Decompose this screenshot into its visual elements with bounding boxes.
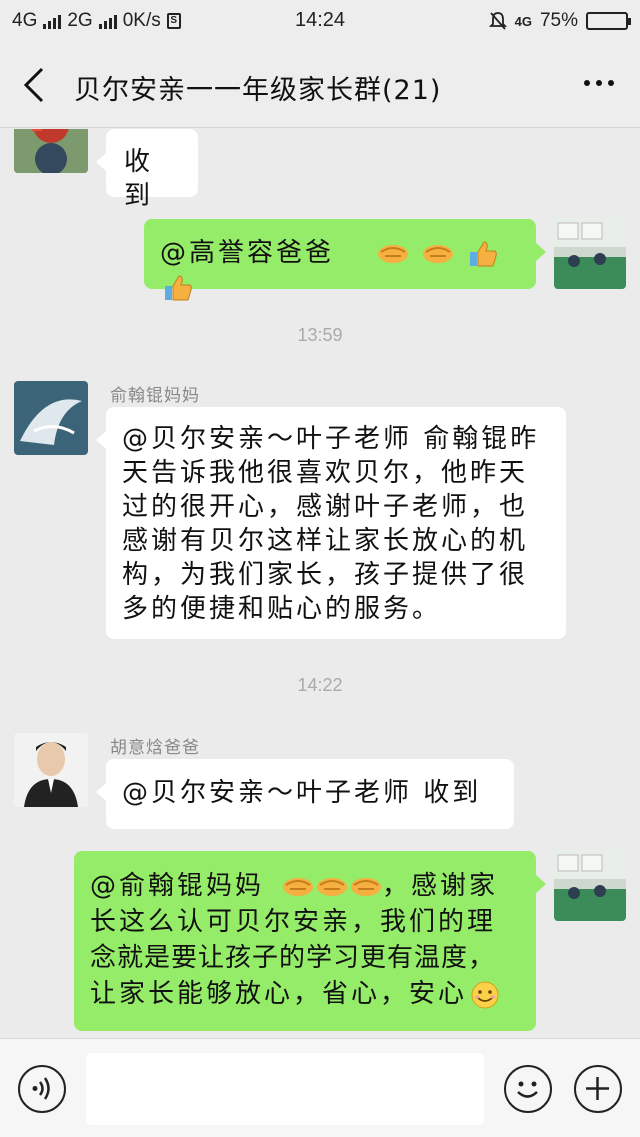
more-icon[interactable] [584, 80, 614, 86]
status-right: 4G 75% [488, 10, 631, 32]
message-line: 过的很开心，感谢叶子老师，也 [122, 492, 529, 522]
message-line: 让家长能够放心，省心，安心 [90, 976, 520, 1012]
voice-icon[interactable] [18, 1065, 66, 1113]
avatar-self[interactable] [554, 849, 626, 921]
battery-icon [586, 12, 631, 30]
message-text: ，感谢家 [382, 871, 499, 901]
thumbs-up-icon [165, 274, 192, 300]
message-bubble[interactable]: @贝尔安亲～叶子老师 收到 [96, 759, 514, 829]
handshake-icon [351, 877, 382, 896]
avatar-self[interactable] [554, 217, 626, 289]
message-line: 念就是要让孩子的学习更有温度， [90, 943, 496, 973]
message-line: 构，为我们家长，孩子提供了很 [122, 560, 529, 590]
handshake-icon [422, 244, 453, 263]
input-bar [0, 1038, 640, 1137]
message-line: 感谢有贝尔这样让家长放心的机 [122, 526, 529, 556]
message-line: @贝尔安亲～叶子老师 俞翰锟昨 [122, 424, 540, 454]
message-text: @贝尔安亲～叶子老师 收到 [122, 778, 482, 808]
battery-percent: 75% [539, 10, 578, 31]
message-timestamp: 14:22 [297, 675, 343, 695]
message-input[interactable] [86, 1053, 484, 1125]
plus-icon[interactable] [574, 1065, 622, 1113]
emoji-icon[interactable] [504, 1065, 552, 1113]
message-line: @俞翰锟妈妈 ，感谢家 [90, 868, 520, 904]
chat-title: 贝尔安亲一一年级家长群(21) [74, 75, 442, 106]
message-line: 多的便捷和贴心的服务。 [122, 594, 442, 624]
message-bubble[interactable]: @贝尔安亲～叶子老师 俞翰锟昨 天告诉我他很喜欢贝尔，他昨天 过的很开心，感谢叶… [96, 407, 566, 639]
mute-icon [488, 12, 507, 30]
status-bar: 4G 2G 0K/s S 14:24 4G 75% [0, 0, 640, 42]
smile-icon [471, 981, 499, 1008]
message-mention: @俞翰锟妈妈 [90, 871, 265, 901]
message-line: 长这么认可贝尔安亲，我们的理 [90, 907, 497, 937]
avatar[interactable] [14, 381, 88, 455]
lte-label: 4G [514, 13, 532, 29]
message-text: 让家长能够放心，省心，安心 [90, 979, 468, 1009]
message-bubble[interactable]: @高誉容爸爸 [144, 219, 546, 300]
avatar[interactable] [14, 129, 88, 173]
message-list[interactable]: 收到 @高誉容爸爸 13:59 俞翰锟妈妈 @贝尔安亲～叶子老师 俞翰锟昨 天告… [0, 129, 640, 1038]
message-timestamp: 13:59 [297, 325, 343, 345]
message-text: 收到 [124, 147, 154, 211]
handshake-icon [377, 244, 408, 263]
handshake-icon [283, 877, 314, 896]
message-bubble[interactable]: @俞翰锟妈妈 ，感谢家 长这么认可贝尔安亲，我们的理 念就是要让孩子的学习更有温度… [74, 851, 546, 1031]
message-line: 天告诉我他很喜欢贝尔，他昨天 [122, 458, 529, 488]
back-arrow-icon[interactable] [20, 66, 50, 104]
avatar[interactable] [14, 733, 88, 807]
message-text: @高誉容爸爸 [160, 238, 335, 268]
chat-header: 贝尔安亲一一年级家长群(21) [0, 42, 640, 128]
message-bubble[interactable]: 收到 [96, 129, 198, 211]
thumbs-up-icon [470, 240, 497, 266]
handshake-icon [317, 877, 348, 896]
sender-name: 俞翰锟妈妈 [110, 386, 200, 406]
sender-name: 胡意焓爸爸 [110, 738, 200, 758]
